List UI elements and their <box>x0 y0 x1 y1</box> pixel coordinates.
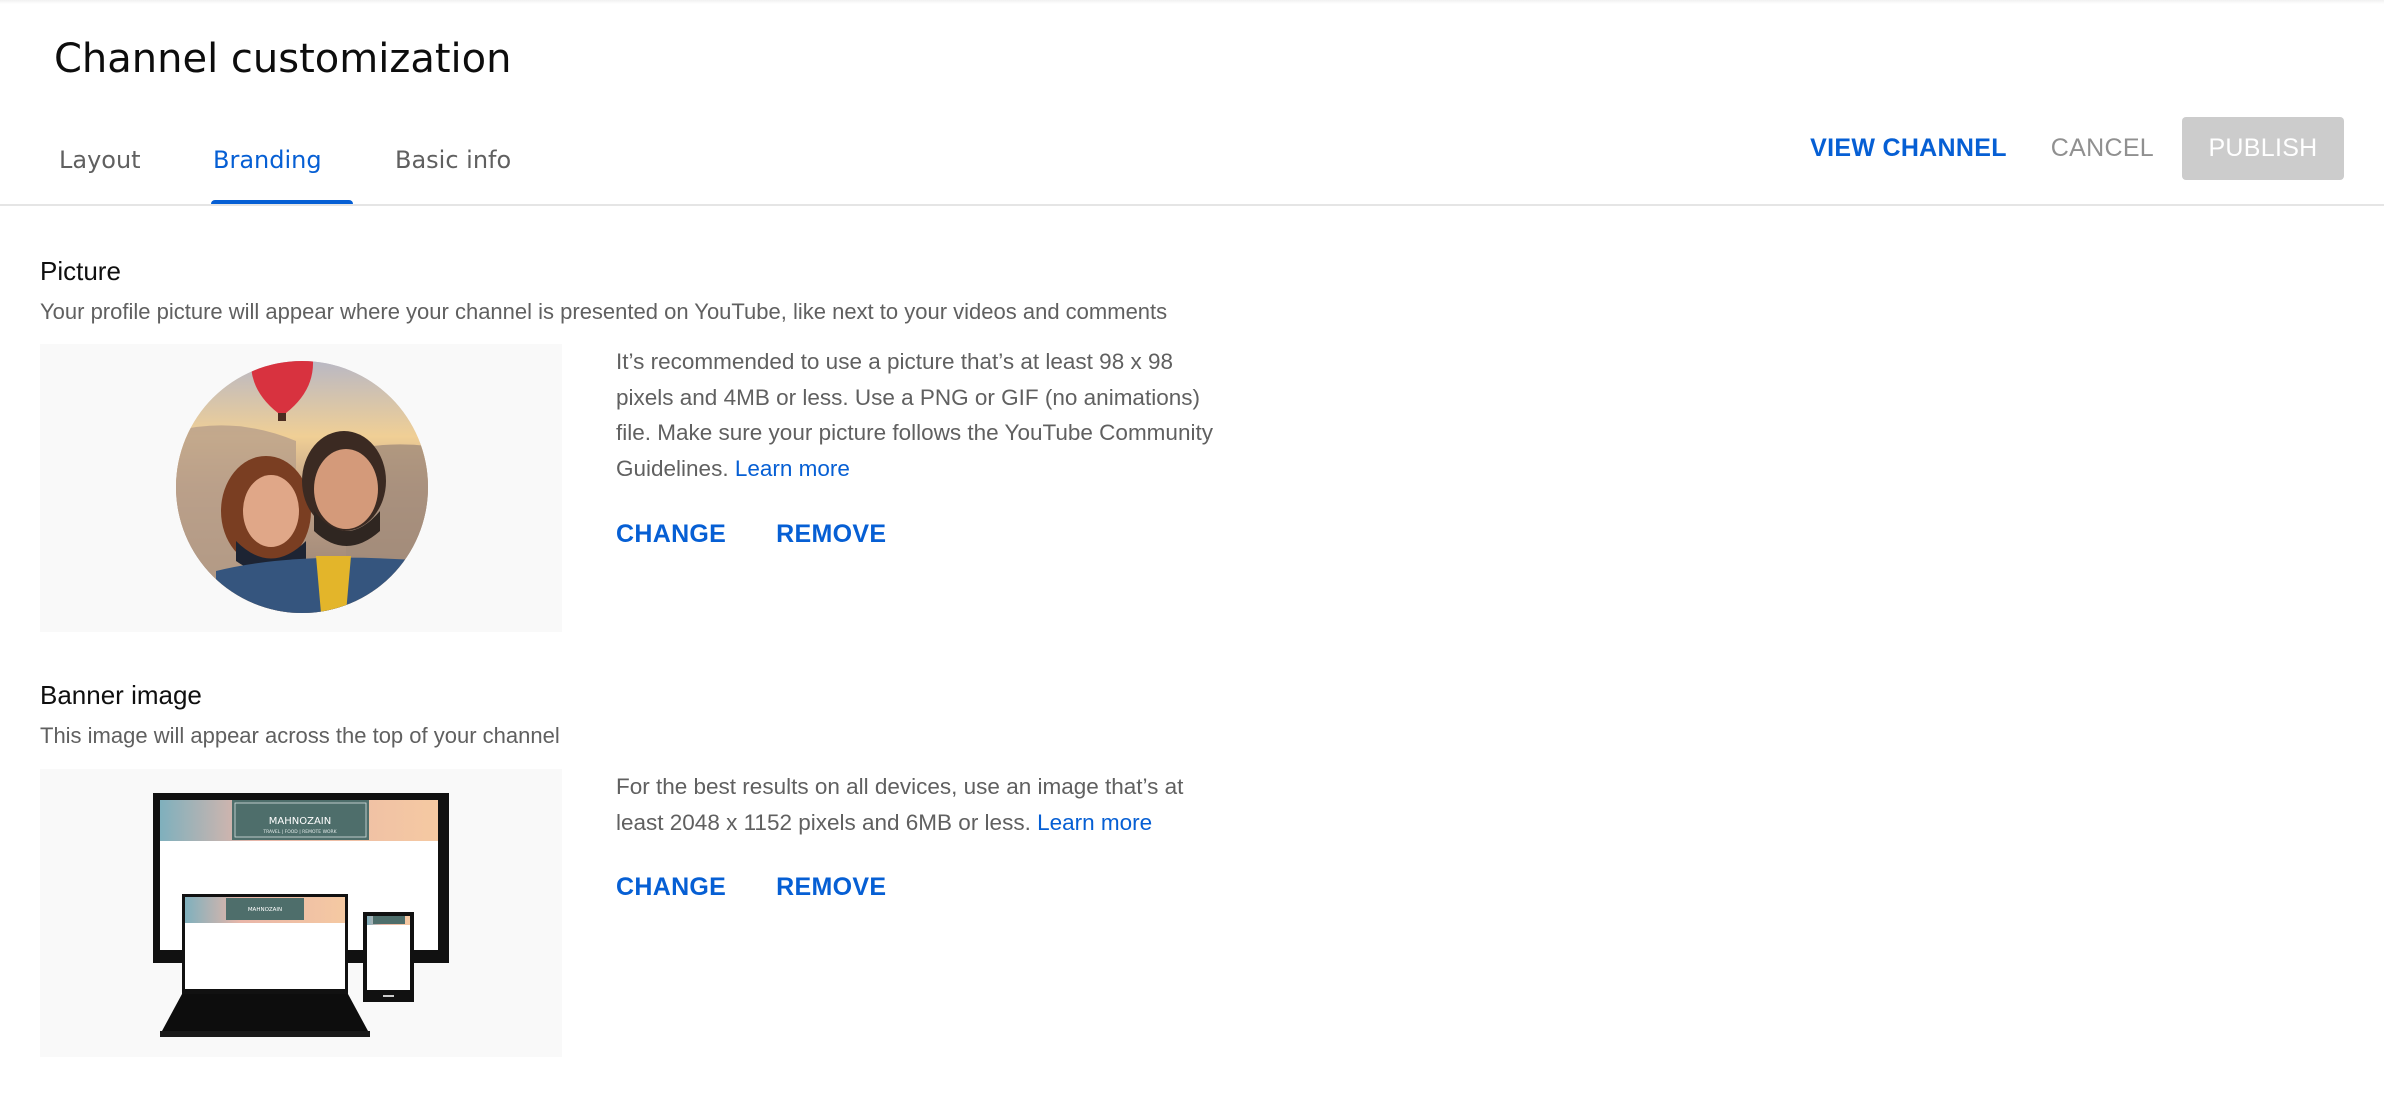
picture-section-title: Picture <box>40 256 121 286</box>
banner-image-preview: MAHNOZAIN TRAVEL | FOOD | REMOTE WORK MA… <box>40 769 562 1057</box>
banner-change-button[interactable]: CHANGE <box>616 873 726 902</box>
profile-picture-preview <box>40 344 562 632</box>
banner-learn-more-link[interactable]: Learn more <box>1037 810 1152 835</box>
header-actions: VIEW CHANNEL CANCEL PUBLISH <box>1810 117 2344 180</box>
profile-picture-avatar <box>176 361 428 613</box>
picture-learn-more-link[interactable]: Learn more <box>735 456 850 481</box>
laptop-banner-channel-name: MAHNOZAIN <box>248 907 282 913</box>
view-channel-button[interactable]: VIEW CHANNEL <box>1810 134 2007 163</box>
picture-change-button[interactable]: CHANGE <box>616 520 726 549</box>
header-divider <box>0 204 2384 206</box>
publish-button[interactable]: PUBLISH <box>2182 117 2344 180</box>
picture-section-description: Your profile picture will appear where y… <box>40 299 1168 324</box>
picture-requirements: It’s recommended to use a picture that’s… <box>616 344 1216 486</box>
tab-layout-label: Layout <box>59 146 141 174</box>
banner-remove-button[interactable]: REMOVE <box>776 873 886 902</box>
tab-basic-info-label: Basic info <box>395 146 512 174</box>
phone-icon <box>363 912 414 1002</box>
avatar-photo-illustration <box>176 361 428 613</box>
picture-remove-button[interactable]: REMOVE <box>776 520 886 549</box>
banner-requirements: For the best results on all devices, use… <box>616 769 1216 840</box>
banner-actions: CHANGE REMOVE <box>616 873 886 902</box>
tab-basic-info[interactable]: Basic info <box>376 140 576 206</box>
banner-channel-name: MAHNOZAIN <box>269 816 331 827</box>
top-shadow <box>0 0 2384 4</box>
tab-layout[interactable]: Layout <box>40 140 194 206</box>
tab-branding-label: Branding <box>213 146 322 174</box>
picture-actions: CHANGE REMOVE <box>616 520 886 549</box>
banner-section-title: Banner image <box>40 680 202 710</box>
devices-illustration: MAHNOZAIN TRAVEL | FOOD | REMOTE WORK MA… <box>153 793 449 1037</box>
page-title: Channel customization <box>54 36 512 82</box>
tab-branding[interactable]: Branding <box>194 140 370 206</box>
banner-tagline: TRAVEL | FOOD | REMOTE WORK <box>262 829 337 835</box>
banner-section-description: This image will appear across the top of… <box>40 723 560 748</box>
laptop-icon: MAHNOZAIN <box>160 894 370 1037</box>
tab-bar: Layout Branding Basic info <box>40 140 576 206</box>
cancel-button[interactable]: CANCEL <box>2051 134 2154 163</box>
picture-requirements-text: It’s recommended to use a picture that’s… <box>616 349 1213 481</box>
